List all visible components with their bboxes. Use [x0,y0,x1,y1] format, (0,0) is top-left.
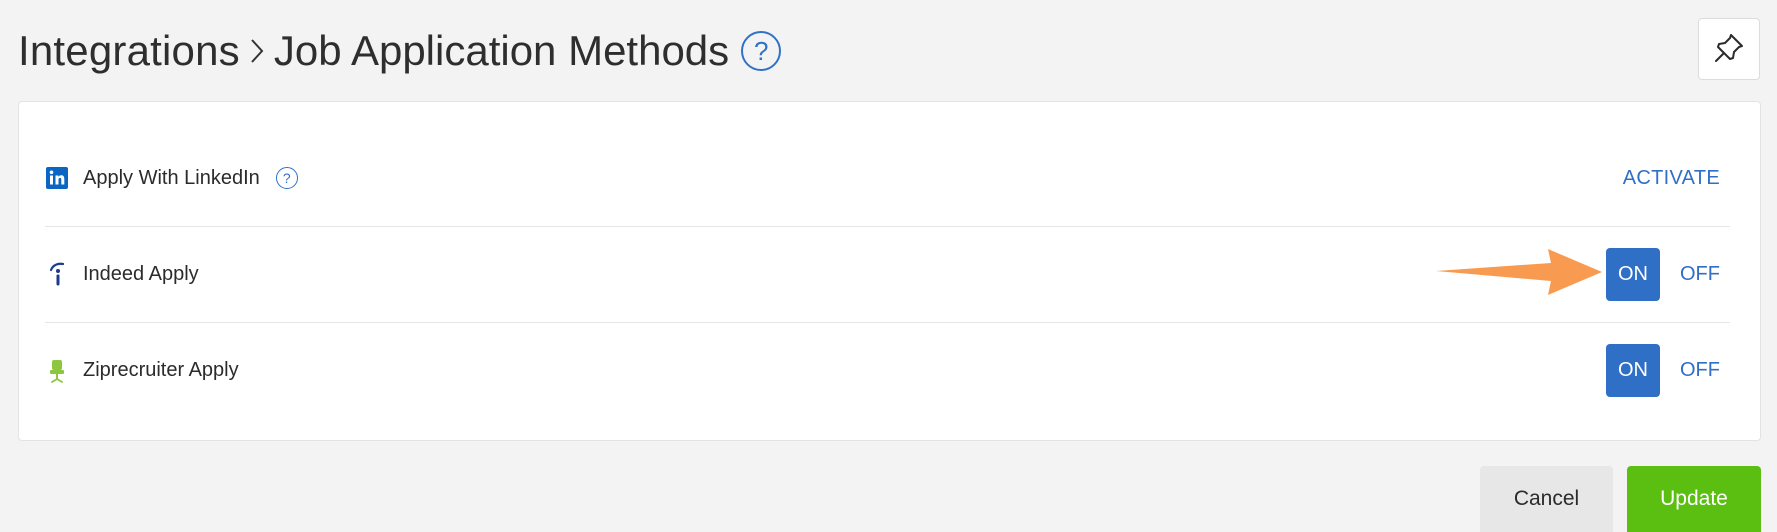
indeed-icon [45,262,69,288]
toggle-on-button[interactable]: ON [1606,248,1660,301]
linkedin-icon [45,165,69,191]
integration-label: Apply With LinkedIn [83,166,260,189]
integration-row-linkedin: Apply With LinkedIn ? ACTIVATE [45,130,1730,226]
annotation-arrow-icon [1436,249,1602,295]
integration-row-ziprecruiter: Ziprecruiter Apply ON OFF [45,322,1730,418]
activate-button[interactable]: ACTIVATE [1623,167,1720,190]
row-actions: ON OFF [1606,323,1720,418]
ziprecruiter-icon [45,358,69,384]
page-title: Job Application Methods [273,27,730,74]
page: Integrations Job Application Methods ? A… [0,0,1777,532]
toggle-off-button[interactable]: OFF [1680,263,1720,286]
update-button[interactable]: Update [1627,466,1761,532]
row-actions: ACTIVATE [1623,130,1720,226]
pin-icon [1712,31,1746,68]
breadcrumb-integrations-link[interactable]: Integrations [18,27,240,75]
cancel-button[interactable]: Cancel [1480,466,1613,532]
pin-button[interactable] [1698,18,1760,80]
toggle-off-button[interactable]: OFF [1680,359,1720,382]
row-actions: ON OFF [1606,227,1720,322]
integration-label: Ziprecruiter Apply [83,359,239,381]
help-icon[interactable]: ? [275,167,298,189]
help-icon[interactable]: ? [741,31,782,71]
integration-label: Indeed Apply [83,263,199,285]
toggle-on-button[interactable]: ON [1606,344,1660,397]
breadcrumb: Integrations Job Application Methods ? [18,22,782,80]
chevron-right-icon [242,22,272,80]
